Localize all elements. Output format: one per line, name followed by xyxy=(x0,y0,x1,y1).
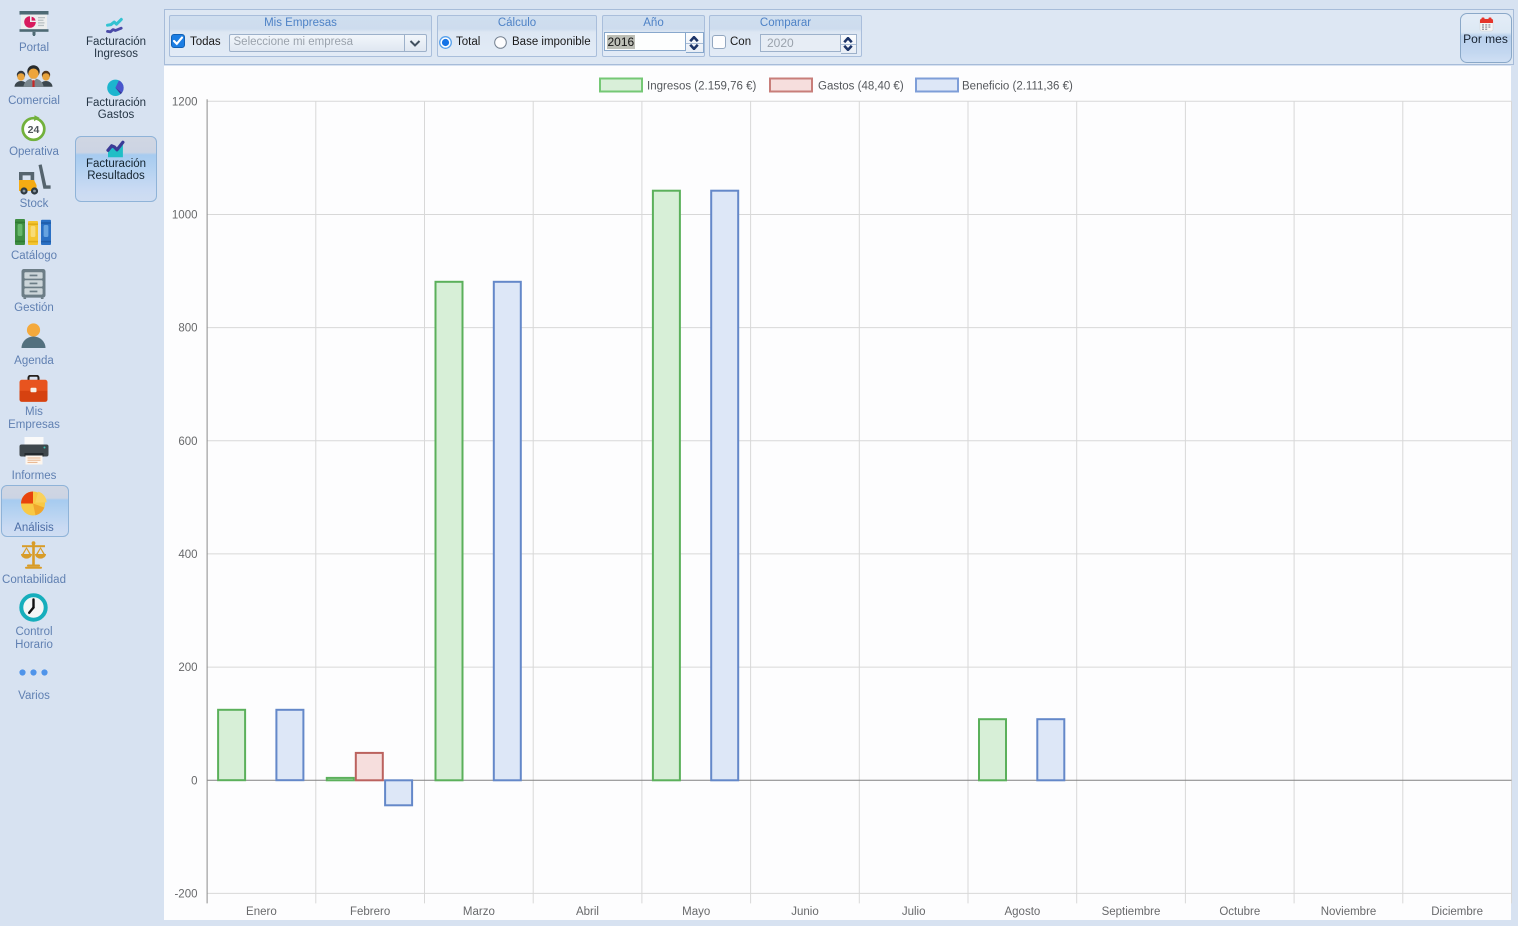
svg-text:0: 0 xyxy=(191,775,197,787)
svg-text:Mayo: Mayo xyxy=(682,906,710,918)
svg-text:Marzo: Marzo xyxy=(463,906,495,918)
svg-text:1000: 1000 xyxy=(172,210,198,222)
svg-text:600: 600 xyxy=(178,436,197,448)
svg-text:400: 400 xyxy=(178,549,197,561)
svg-text:Diciembre: Diciembre xyxy=(1431,906,1483,918)
svg-text:Julio: Julio xyxy=(902,906,926,918)
svg-text:800: 800 xyxy=(178,323,197,335)
svg-text:Febrero: Febrero xyxy=(350,906,390,918)
svg-text:Enero: Enero xyxy=(246,906,277,918)
svg-text:Octubre: Octubre xyxy=(1219,906,1260,918)
svg-text:Abril: Abril xyxy=(576,906,599,918)
svg-text:Beneficio (2.111,36 €): Beneficio (2.111,36 €) xyxy=(962,81,1073,93)
svg-text:24: 24 xyxy=(28,124,40,136)
svg-text:Agosto: Agosto xyxy=(1004,906,1040,918)
svg-text:200: 200 xyxy=(178,662,197,674)
svg-text:1200: 1200 xyxy=(172,96,198,108)
svg-text:-200: -200 xyxy=(174,888,197,900)
svg-text:Septiembre: Septiembre xyxy=(1102,906,1161,918)
svg-text:Ingresos (2.159,76 €): Ingresos (2.159,76 €) xyxy=(647,81,756,93)
svg-text:Junio: Junio xyxy=(791,906,819,918)
svg-text:Noviembre: Noviembre xyxy=(1321,906,1377,918)
svg-text:Gastos (48,40 €): Gastos (48,40 €) xyxy=(818,81,904,93)
